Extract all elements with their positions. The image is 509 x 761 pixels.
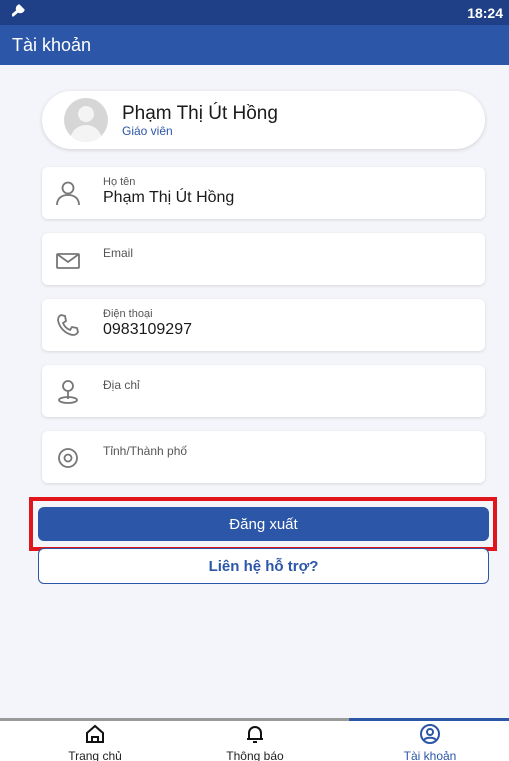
person-icon xyxy=(54,179,82,207)
email-label: Email xyxy=(103,246,134,260)
profile-card: Phạm Thị Út Hồng Giáo viên xyxy=(42,91,485,149)
status-time: 18:24 xyxy=(467,4,503,21)
tab-notifications-label: Thông báo xyxy=(226,749,284,761)
phone-label: Điện thoại xyxy=(103,308,153,320)
contact-support-button[interactable]: Liên hệ hỗ trợ? xyxy=(38,548,489,584)
bottom-tab-bar: Trang chủ Thông báo Tài khoản xyxy=(0,718,509,761)
avatar-placeholder-icon xyxy=(64,98,108,142)
phone-value: 0983109297 xyxy=(103,321,192,338)
mail-icon xyxy=(54,245,82,273)
email-field[interactable]: Email xyxy=(42,233,485,285)
tab-account[interactable]: Tài khoản xyxy=(365,723,495,761)
tab-home[interactable]: Trang chủ xyxy=(30,723,160,761)
tab-account-label: Tài khoản xyxy=(403,749,457,761)
city-label: Tỉnh/Thành phố xyxy=(103,444,188,458)
phone-icon xyxy=(54,311,82,339)
address-field[interactable]: Địa chỉ xyxy=(42,365,485,417)
location-target-icon xyxy=(54,443,82,471)
map-pin-icon xyxy=(54,377,82,405)
profile-name: Phạm Thị Út Hồng xyxy=(122,102,278,124)
account-icon xyxy=(419,723,441,750)
address-label: Địa chỉ xyxy=(103,378,140,392)
city-field[interactable]: Tỉnh/Thành phố xyxy=(42,431,485,483)
app-bar: Tài khoản xyxy=(0,25,509,65)
bell-icon xyxy=(244,723,266,750)
home-icon xyxy=(84,723,106,750)
page-title: Tài khoản xyxy=(12,34,92,55)
tab-home-label: Trang chủ xyxy=(68,749,122,761)
logout-button[interactable]: Đăng xuất xyxy=(38,507,489,541)
fullname-value: Phạm Thị Út Hồng xyxy=(103,189,235,206)
status-bar: 18:24 xyxy=(0,0,509,25)
profile-role: Giáo viên xyxy=(122,123,173,138)
phone-field[interactable]: Điện thoại 0983109297 xyxy=(42,299,485,351)
fullname-field[interactable]: Họ tên Phạm Thị Út Hồng xyxy=(42,167,485,219)
wrench-icon xyxy=(11,3,30,22)
fullname-label: Họ tên xyxy=(103,176,136,188)
account-content: Phạm Thị Út Hồng Giáo viên Họ tên Phạm T… xyxy=(0,65,509,718)
tab-notifications[interactable]: Thông báo xyxy=(190,723,320,761)
